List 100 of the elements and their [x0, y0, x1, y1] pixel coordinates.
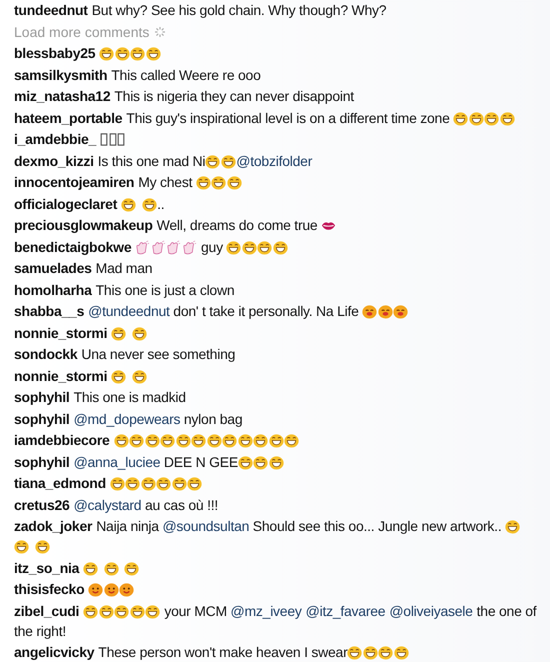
laughing-face-icon: [114, 46, 130, 61]
comment-text: This is nigeria they can never disappoint: [114, 87, 354, 106]
laughing-face-icon: [242, 240, 257, 254]
comment-text: This one is just a clown: [96, 280, 234, 300]
comment-username[interactable]: samsilkysmith: [14, 64, 108, 84]
laughing-face-icon: [99, 46, 114, 61]
laughing-face-icon: [222, 433, 238, 448]
laughing-face-icon: [253, 454, 268, 470]
mention-link[interactable]: @tundeednut: [88, 301, 170, 321]
laughing-face-icon: [253, 433, 268, 448]
laughing-face-icon: [205, 154, 220, 168]
comment-text: These person won't make heaven I swear: [98, 643, 348, 662]
comment-username[interactable]: thisisfecko: [14, 579, 84, 599]
comment-username[interactable]: samuelades: [14, 258, 92, 278]
mention-link[interactable]: @anna_luciee: [74, 452, 160, 472]
laughing-face-icon: [146, 46, 161, 61]
smiling-face-icon: [119, 582, 134, 597]
laughing-face-icon: [347, 645, 362, 660]
comment-username[interactable]: nonnie_stormi: [14, 366, 108, 386]
comment-text: This one is madkid: [74, 388, 186, 407]
comment-text: Una never see something: [81, 345, 236, 364]
laughing-face-icon: [220, 154, 236, 168]
laughing-face-icon: [211, 175, 226, 190]
laughing-face-icon: [130, 604, 145, 618]
comment-username[interactable]: innocentojeamiren: [14, 172, 134, 192]
laughing-face-icon: [196, 175, 211, 190]
comment-username[interactable]: sophyhil: [14, 408, 70, 428]
laughing-face-icon: [238, 433, 253, 448]
comment-username[interactable]: preciousglowmakeup: [14, 215, 153, 235]
comment-username[interactable]: zadok_joker: [14, 516, 92, 536]
laughing-face-icon: [132, 326, 147, 340]
laughing-face-icon: [172, 476, 187, 491]
mention-link[interactable]: @tobzifolder: [236, 150, 312, 170]
comment-text: don' t take it personally. Na Life: [172, 302, 360, 321]
laughing-face-icon: [284, 433, 300, 448]
comment-text: Should see this oo... Jungle new artwork..: [252, 517, 502, 536]
laughing-face-icon: [34, 539, 50, 554]
comment-username[interactable]: iamdebbiecore: [14, 430, 110, 450]
laughing-face-icon: [114, 433, 129, 448]
comment-text: Is this one mad Ni: [98, 152, 206, 170]
comment-text: This guy's inspirational level is on a different time zone: [126, 108, 451, 128]
comment-text: But why? See his gold chain. Why though? Why?: [92, 1, 386, 20]
comment-username[interactable]: tiana_edmond: [14, 473, 106, 493]
laughing-face-icon: [226, 240, 242, 254]
comment-username[interactable]: zibel_cudi: [14, 600, 80, 620]
comment-text: nylon bag: [182, 410, 242, 428]
laughing-face-icon: [83, 604, 98, 618]
laughing-face-icon: [453, 110, 468, 126]
comment-username[interactable]: hateem_portable: [14, 108, 122, 128]
mention-link[interactable]: @itz_favaree: [306, 600, 390, 620]
blushing-face-icon: [378, 304, 393, 319]
laughing-face-icon: [114, 604, 130, 618]
mention-link[interactable]: @mz_iveey: [230, 600, 306, 620]
laughing-face-icon: [124, 560, 140, 576]
comment-username[interactable]: officialogeclaret: [14, 194, 118, 214]
blushing-face-icon: [362, 304, 378, 319]
comment-text: the right!: [14, 622, 66, 640]
comment-username[interactable]: sophyhil: [14, 387, 70, 407]
loading-spinner-icon: [154, 26, 166, 38]
mention-link[interactable]: @soundsultan: [162, 516, 250, 536]
clapping-hands-icon: [135, 240, 150, 254]
comment-text: au cas où !!!: [144, 496, 218, 514]
laughing-face-icon: [142, 196, 157, 212]
laughing-face-icon: [125, 476, 140, 491]
laughing-face-icon: [130, 46, 146, 61]
laughing-face-icon: [362, 645, 378, 660]
laughing-face-icon: [191, 433, 206, 448]
comment-username[interactable]: sondockk: [14, 344, 78, 364]
missing-glyph-icon: [108, 132, 117, 147]
laughing-face-icon: [484, 110, 500, 126]
comment-username[interactable]: nonnie_stormi: [14, 322, 108, 342]
laughing-face-icon: [110, 476, 125, 491]
laughing-face-icon: [272, 240, 288, 254]
comment-username[interactable]: cretus26: [14, 494, 70, 514]
clapping-hands-icon: [166, 240, 182, 254]
comment-username[interactable]: benedictaigbokwe: [14, 236, 132, 256]
comment-text: Mad man: [96, 259, 152, 278]
comment-text: DEE N GEE: [162, 452, 238, 472]
laughing-face-icon: [468, 110, 484, 126]
laughing-face-icon: [140, 476, 156, 491]
comment-username[interactable]: angelicvicky: [14, 642, 94, 662]
laughing-face-icon: [156, 476, 172, 491]
comment-text: ..: [157, 194, 164, 214]
comment-text: Well, dreams do come true: [156, 216, 318, 235]
comment-text: This called Weere re ooo: [111, 66, 261, 84]
missing-glyph-icon: [117, 132, 126, 147]
mention-link[interactable]: @calystard: [74, 494, 142, 514]
comment-username[interactable]: homolharha: [14, 280, 92, 300]
comment-username[interactable]: dexmo_kizzi: [14, 150, 94, 170]
comment-username[interactable]: itz_so_nia: [14, 558, 80, 578]
comment-username[interactable]: i_amdebbie_: [14, 129, 96, 149]
comment-username[interactable]: miz_natasha12: [14, 86, 110, 106]
mention-link[interactable]: @oliveiyasele: [389, 600, 477, 620]
comment-username[interactable]: sophyhil: [14, 452, 70, 472]
comment-username[interactable]: shabba__s: [14, 301, 84, 321]
mention-link[interactable]: @md_dopewears: [74, 408, 180, 428]
comment-username[interactable]: tundeednut: [14, 0, 88, 20]
laughing-face-icon: [238, 454, 253, 470]
comment-username[interactable]: blessbaby25: [14, 43, 96, 63]
comment-text: your MCM: [163, 602, 228, 620]
